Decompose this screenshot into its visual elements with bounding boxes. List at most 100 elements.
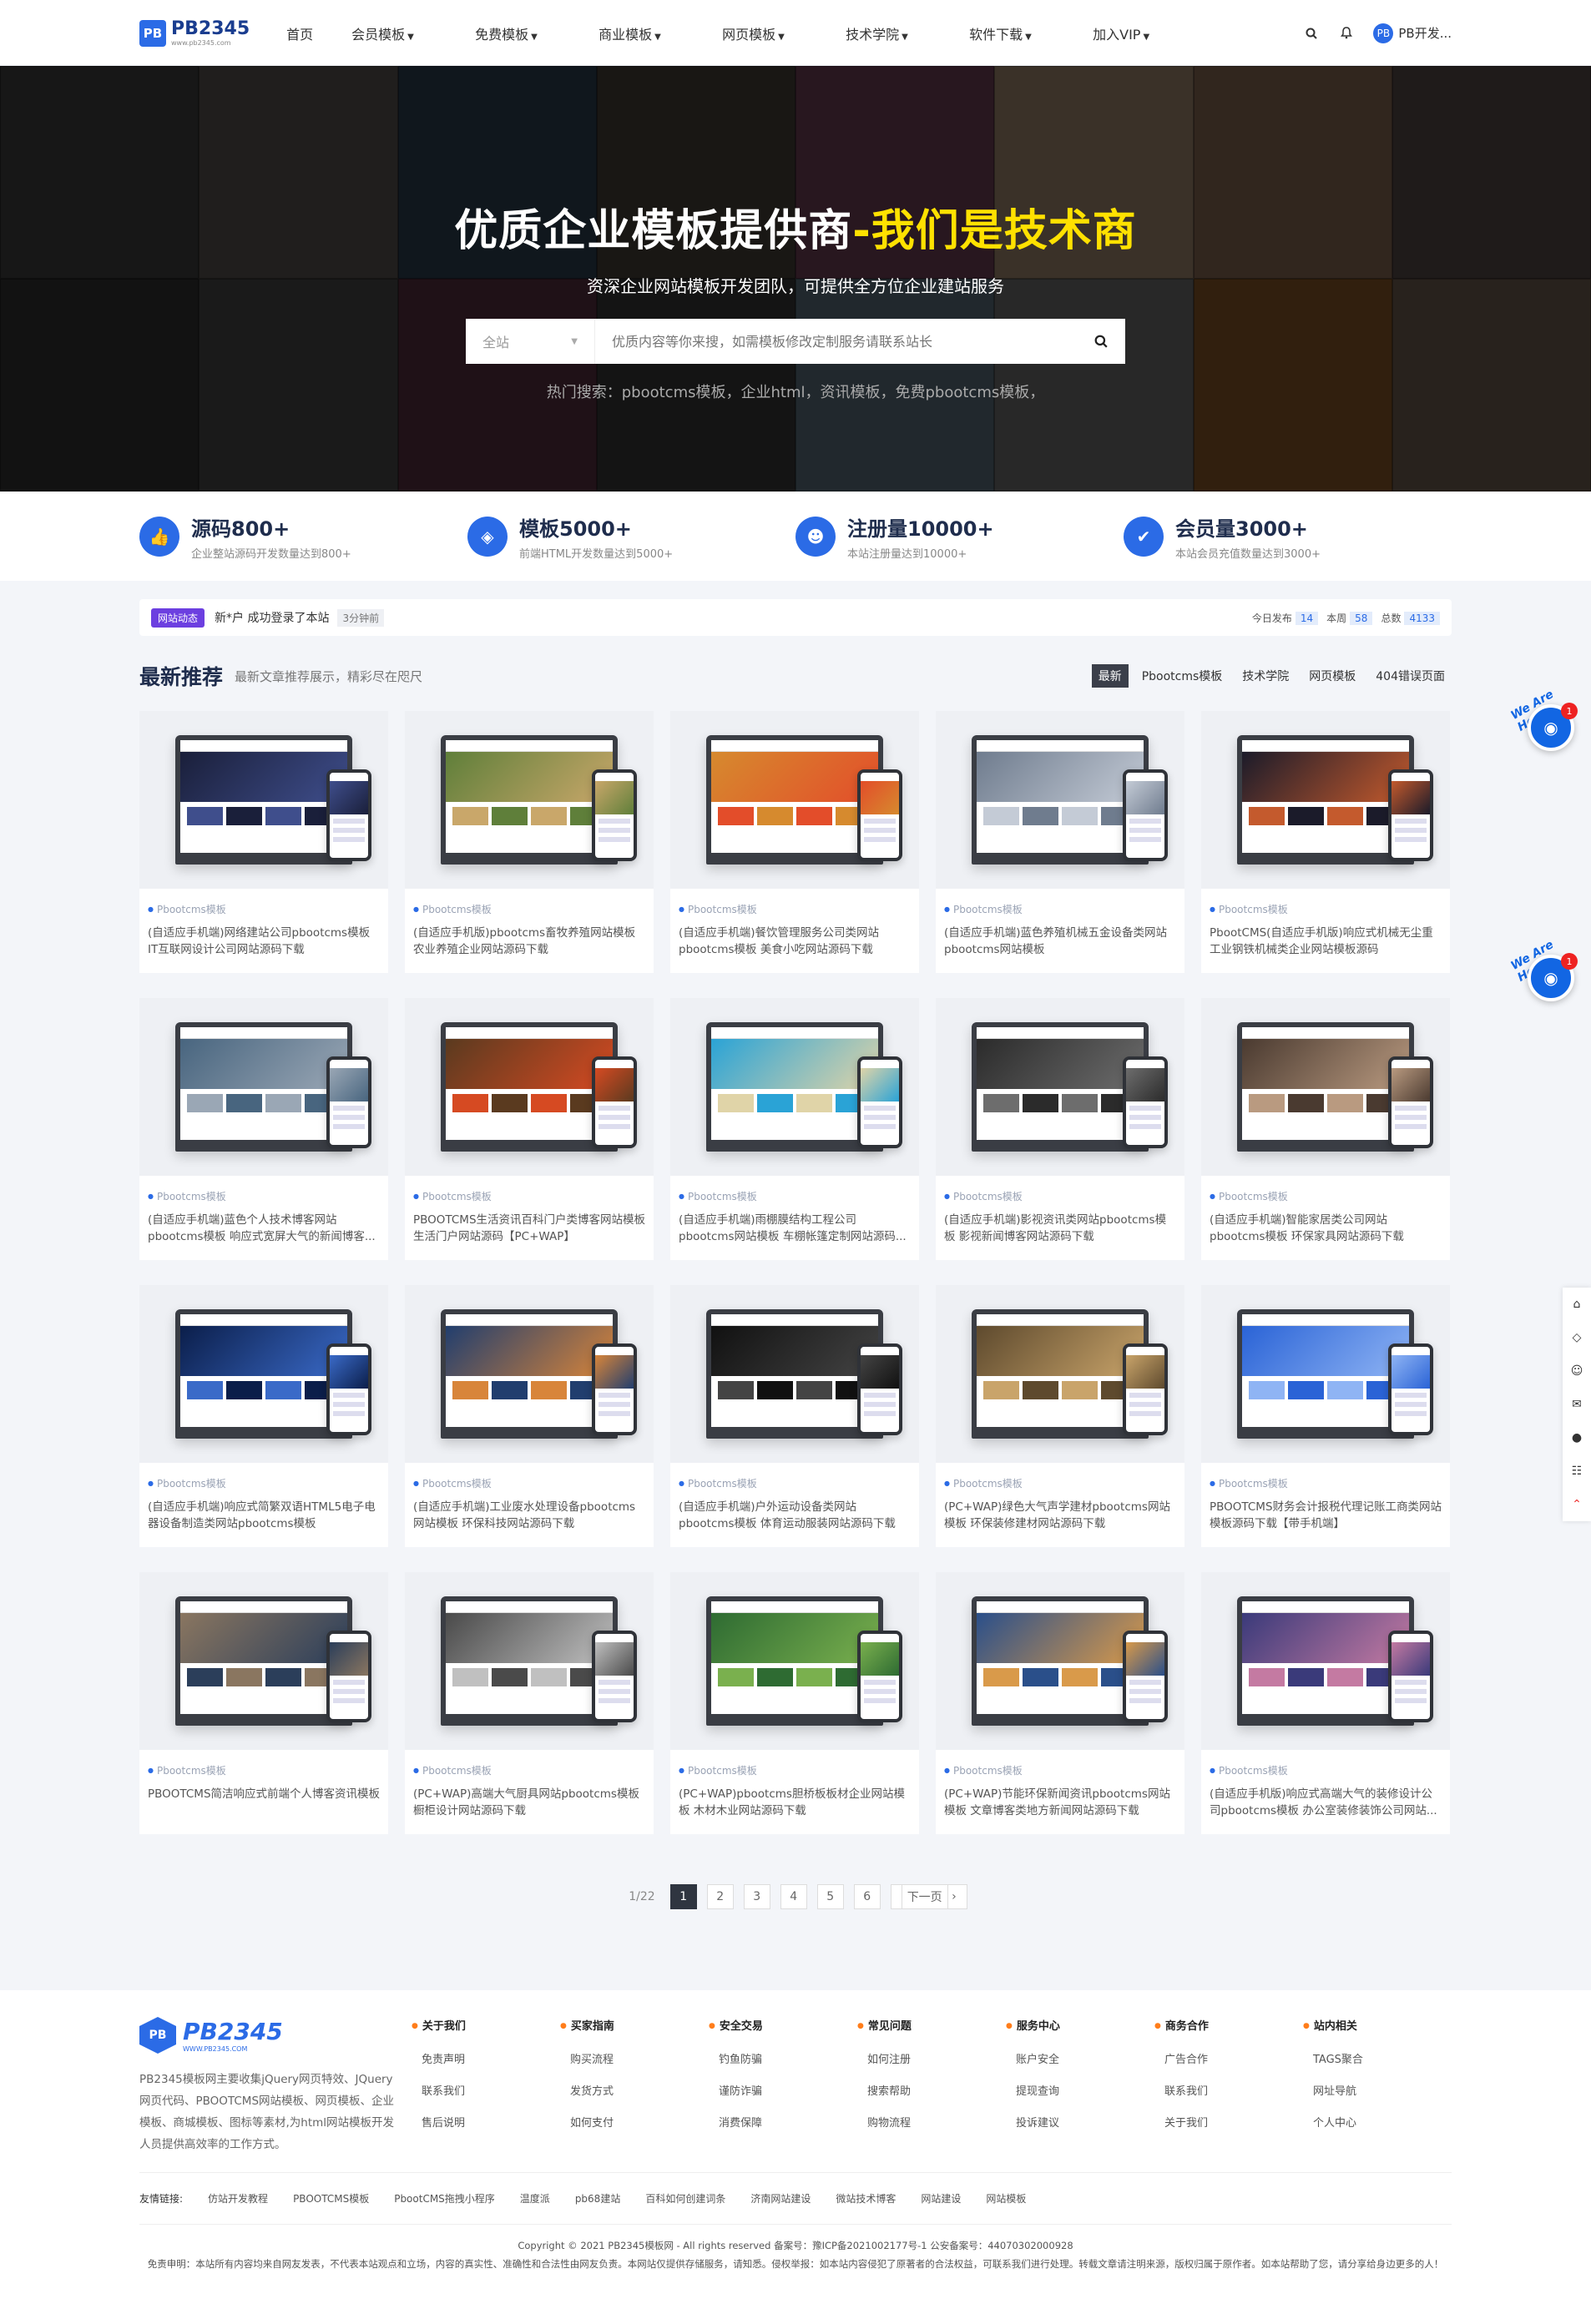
card-category[interactable]: Pbootcms模板 [944, 1476, 1176, 1490]
footer-link[interactable]: 联系我们 [412, 2076, 560, 2108]
footer-link[interactable]: 如何支付 [560, 2108, 709, 2140]
card-title[interactable]: (PC+WAP)绿色大气声学建材pbootcms网站模板 环保装修建材网站源码下… [944, 1499, 1176, 1532]
friend-link[interactable]: pb68建站 [575, 2191, 621, 2206]
card-title[interactable]: (自适应手机端)餐饮管理服务公司类网站pbootcms模板 美食小吃网站源码下载 [679, 925, 911, 958]
back-to-top-icon[interactable]: ⌃ [1563, 1488, 1591, 1521]
search-icon[interactable] [1303, 25, 1320, 42]
footer-logo[interactable]: PB PB2345 WWW.PB2345.COM [139, 2017, 396, 2054]
chat-widget[interactable]: We Are Here! ◉ 1 [1508, 688, 1578, 751]
friend-link[interactable]: 温度派 [520, 2191, 550, 2206]
card-category[interactable]: Pbootcms模板 [1210, 1189, 1442, 1203]
template-card[interactable]: Pbootcms模板 (自适应手机版)响应式高端大气的装修设计公司pbootcms… [1201, 1572, 1450, 1834]
footer-link[interactable]: 关于我们 [1154, 2108, 1303, 2140]
page-3[interactable]: 3 [743, 1884, 770, 1909]
template-thumbnail[interactable] [670, 998, 919, 1176]
template-thumbnail[interactable] [936, 998, 1184, 1176]
friend-link[interactable]: PBOOTCMS模板 [293, 2191, 369, 2206]
footer-link[interactable]: 购物流程 [857, 2108, 1006, 2140]
card-category[interactable]: Pbootcms模板 [1210, 1763, 1442, 1777]
card-title[interactable]: PBOOTCMS财务会计报税代理记账工商类网站模板源码下载【带手机端】 [1210, 1499, 1442, 1532]
card-category[interactable]: Pbootcms模板 [413, 1476, 645, 1490]
template-card[interactable]: Pbootcms模板 (PC+WAP)绿色大气声学建材pbootcms网站模板 环… [936, 1285, 1184, 1547]
nav-web-templates[interactable]: 网页模板 ▼ [722, 23, 846, 43]
template-thumbnail[interactable] [936, 1572, 1184, 1750]
template-thumbnail[interactable] [1201, 998, 1450, 1176]
card-category[interactable]: Pbootcms模板 [679, 1763, 911, 1777]
card-category[interactable]: Pbootcms模板 [413, 902, 645, 916]
card-title[interactable]: PbootCMS(自适应手机版)响应式机械无尘重工业钢铁机械类企业网站模板源码 [1210, 925, 1442, 958]
template-thumbnail[interactable] [1201, 1572, 1450, 1750]
site-logo[interactable]: PB PB2345 www.pb2345.com [139, 19, 250, 47]
page-6[interactable]: 6 [853, 1884, 881, 1909]
search-button[interactable] [1077, 319, 1125, 364]
template-card[interactable]: Pbootcms模板 (自适应手机端)餐饮管理服务公司类网站pbootcms模板 … [670, 711, 919, 973]
footer-link[interactable]: 账户安全 [1006, 2044, 1154, 2076]
page-1[interactable]: 1 [669, 1884, 697, 1909]
friend-link[interactable]: 仿站开发教程 [208, 2191, 268, 2206]
card-title[interactable]: (自适应手机端)网络建站公司pbootcms模板 IT互联网设计公司网站源码下载 [148, 925, 380, 958]
card-category[interactable]: Pbootcms模板 [148, 1189, 380, 1203]
page-4[interactable]: 4 [780, 1884, 807, 1909]
card-category[interactable]: Pbootcms模板 [148, 1763, 380, 1777]
nav-member-templates[interactable]: 会员模板 ▼ [351, 23, 475, 43]
card-category[interactable]: Pbootcms模板 [413, 1763, 645, 1777]
template-card[interactable]: Pbootcms模板 (自适应手机端)响应式简繁双语HTML5电子电器设备制造类网… [139, 1285, 388, 1547]
template-thumbnail[interactable] [405, 1572, 654, 1750]
group-icon[interactable]: ☷ [1563, 1454, 1591, 1488]
tab-404-pages[interactable]: 404错误页面 [1369, 664, 1452, 688]
template-card[interactable]: Pbootcms模板 (自适应手机端)影视资讯类网站pbootcms模板 影视新闻… [936, 998, 1184, 1260]
footer-link[interactable]: 联系我们 [1154, 2076, 1303, 2108]
user-menu[interactable]: PB PB开发... [1373, 23, 1452, 43]
template-card[interactable]: Pbootcms模板 (自适应手机端)蓝色养殖机械五金设备类网站pbootcms网… [936, 711, 1184, 973]
card-title[interactable]: (自适应手机版)pbootcms畜牧养殖网站模板 农业养殖企业网站源码下载 [413, 925, 645, 958]
template-card[interactable]: Pbootcms模板 PBOOTCMS财务会计报税代理记账工商类网站模板源码下载【… [1201, 1285, 1450, 1547]
template-thumbnail[interactable] [139, 1572, 388, 1750]
friend-link[interactable]: 百科如何创建词条 [645, 2191, 725, 2206]
card-title[interactable]: (PC+WAP)pbootcms胆桥板板材企业网站模板 木材木业网站源码下载 [679, 1786, 911, 1819]
friend-link[interactable]: 微站技术博客 [836, 2191, 896, 2206]
template-thumbnail[interactable] [670, 1572, 919, 1750]
footer-link[interactable]: 网址导航 [1303, 2076, 1452, 2108]
template-thumbnail[interactable] [139, 998, 388, 1176]
card-title[interactable]: PBOOTCMS简洁响应式前端个人博客资讯模板 [148, 1786, 380, 1819]
nav-home[interactable]: 首页 [286, 23, 351, 43]
tab-tech-academy[interactable]: 技术学院 [1235, 664, 1296, 688]
nav-software-download[interactable]: 软件下载 ▼ [969, 23, 1093, 43]
user-icon[interactable]: ☺ [1563, 1354, 1591, 1388]
card-category[interactable]: Pbootcms模板 [679, 902, 911, 916]
search-scope-select[interactable]: 全站 ▼ [466, 319, 595, 364]
friend-link[interactable]: PbootCMS拖拽小程序 [394, 2191, 495, 2206]
card-title[interactable]: (自适应手机端)智能家居类公司网站pbootcms模板 环保家具网站源码下载 [1210, 1212, 1442, 1245]
template-card[interactable]: Pbootcms模板 (自适应手机端)智能家居类公司网站pbootcms模板 环保… [1201, 998, 1450, 1260]
template-thumbnail[interactable] [936, 711, 1184, 889]
search-input[interactable] [595, 319, 1077, 364]
footer-link[interactable]: 售后说明 [412, 2108, 560, 2140]
footer-link[interactable]: 广告合作 [1154, 2044, 1303, 2076]
tab-latest[interactable]: 最新 [1091, 664, 1129, 688]
nav-free-templates[interactable]: 免费模板 ▼ [475, 23, 599, 43]
template-card[interactable]: Pbootcms模板 PBOOTCMS简洁响应式前端个人博客资讯模板 [139, 1572, 388, 1834]
template-card[interactable]: Pbootcms模板 (自适应手机端)蓝色个人技术博客网站pbootcms模板 响… [139, 998, 388, 1260]
qq-icon[interactable]: ● [1563, 1421, 1591, 1454]
template-thumbnail[interactable] [670, 711, 919, 889]
footer-link[interactable]: TAGS聚合 [1303, 2044, 1452, 2076]
home-icon[interactable]: ⌂ [1563, 1288, 1591, 1321]
footer-link[interactable]: 搜索帮助 [857, 2076, 1006, 2108]
template-thumbnail[interactable] [936, 1285, 1184, 1463]
card-category[interactable]: Pbootcms模板 [148, 1476, 380, 1490]
hot-searches[interactable]: 热门搜索：pbootcms模板，企业html，资讯模板，免费pbootcms模板… [0, 381, 1591, 402]
footer-link[interactable]: 消费保障 [709, 2108, 857, 2140]
card-category[interactable]: Pbootcms模板 [148, 902, 380, 916]
card-title[interactable]: (自适应手机版)响应式高端大气的装修设计公司pbootcms模板 办公室装修装饰… [1210, 1786, 1442, 1819]
nav-join-vip[interactable]: 加入VIP ▼ [1093, 23, 1216, 43]
chat-widget-2[interactable]: We Are Here! ◉ 1 [1508, 938, 1578, 1001]
template-card[interactable]: Pbootcms模板 (自适应手机端)工业废水处理设备pbootcms网站模板 环… [405, 1285, 654, 1547]
card-category[interactable]: Pbootcms模板 [1210, 1476, 1442, 1490]
template-card[interactable]: Pbootcms模板 (PC+WAP)节能环保新闻资讯pbootcms网站模板 文… [936, 1572, 1184, 1834]
card-category[interactable]: Pbootcms模板 [679, 1189, 911, 1203]
template-card[interactable]: Pbootcms模板 (自适应手机端)雨棚膜结构工程公司pbootcms网站模板 … [670, 998, 919, 1260]
friend-link[interactable]: 济南网站建设 [750, 2191, 811, 2206]
card-category[interactable]: Pbootcms模板 [944, 1763, 1176, 1777]
card-title[interactable]: PBOOTCMS生活资讯百科门户类博客网站模板生活门户网站源码【PC+WAP】 [413, 1212, 645, 1245]
template-thumbnail[interactable] [405, 711, 654, 889]
